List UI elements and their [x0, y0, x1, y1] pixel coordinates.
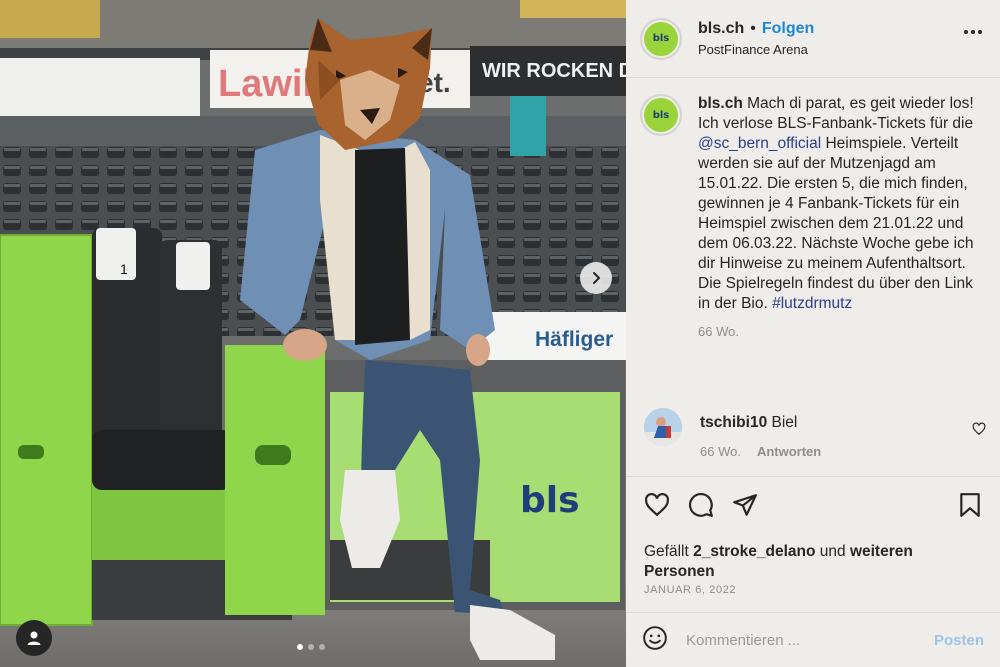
sponsor-board-text: Häfliger	[535, 328, 613, 351]
more-horizontal-icon	[964, 30, 968, 34]
brand-logo: bls	[644, 21, 678, 56]
commenter-photo	[644, 408, 682, 446]
save-button[interactable]	[958, 492, 982, 523]
user-tag-icon	[27, 631, 41, 645]
post-header: bls bls.ch • Folgen PostFinance Arena	[626, 0, 1000, 78]
more-options-button[interactable]	[964, 30, 982, 34]
carousel-dot-1	[297, 644, 303, 650]
paper-plane-icon	[733, 494, 757, 516]
likes-middle: und	[815, 543, 850, 560]
post-caption: bls bls.ch Mach di parat, es geit wieder…	[640, 94, 990, 339]
caption-mention-link[interactable]: @sc_bern_official	[698, 135, 821, 152]
action-bar	[642, 492, 988, 526]
comment-item: tschibi10 Biel 66 Wo. Antworten	[640, 408, 990, 459]
carousel-dots	[297, 644, 325, 650]
comment-button[interactable]	[688, 492, 714, 523]
caption-text: bls.ch Mach di parat, es geit wieder los…	[698, 94, 980, 314]
seat-number: 1	[120, 261, 128, 277]
banner-left-text: Lawil	[218, 63, 313, 105]
comment-bubble-icon	[689, 493, 713, 517]
comment-text: Biel	[767, 414, 798, 431]
header-username[interactable]: bls.ch	[698, 20, 744, 38]
post-comment-button[interactable]: Posten	[934, 632, 984, 649]
post-panel: bls bls.ch • Folgen PostFinance Arena bl…	[626, 0, 1000, 667]
add-comment-bar: Posten	[626, 613, 1000, 667]
brand-logo-text: bls	[652, 33, 670, 44]
post-location[interactable]: PostFinance Arena	[698, 42, 814, 57]
reply-button[interactable]: Antworten	[757, 444, 821, 459]
emoji-button[interactable]	[642, 625, 668, 656]
commenter-avatar[interactable]	[644, 408, 682, 446]
follow-button[interactable]: Folgen	[762, 20, 814, 38]
share-button[interactable]	[732, 492, 758, 523]
likes-summary: Gefällt 2_stroke_delano und weiteren Per…	[644, 542, 974, 582]
caption-hashtag-link[interactable]: #lutzdrmutz	[772, 295, 852, 312]
smiley-icon	[643, 625, 667, 650]
heart-icon	[645, 492, 669, 517]
like-button[interactable]	[644, 492, 670, 523]
heart-icon	[972, 422, 986, 436]
caption-brand-logo-text: bls	[652, 109, 670, 121]
bookmark-icon	[960, 493, 980, 517]
likes-user[interactable]: 2_stroke_delano	[693, 543, 815, 560]
carousel-next-button[interactable]	[580, 262, 612, 294]
carousel-dot-2	[308, 644, 314, 650]
comment-input[interactable]	[686, 631, 906, 649]
caption-username[interactable]: bls.ch	[698, 95, 743, 112]
banner-right-text: WIR ROCKEN D	[482, 60, 626, 82]
chevron-right-icon	[593, 272, 600, 284]
comment-age[interactable]: 66 Wo.	[700, 444, 741, 459]
post-date[interactable]: JANUAR 6, 2022	[644, 584, 736, 596]
bench-logo-text: bls	[520, 480, 580, 521]
comment-username[interactable]: tschibi10	[700, 414, 767, 431]
photo-scene: Lawil et. WIR ROCKEN D Häfliger 1 bls	[0, 0, 626, 667]
likes-prefix: Gefällt	[644, 543, 694, 560]
comment-like-button[interactable]	[972, 422, 986, 441]
tagged-users-button[interactable]	[16, 620, 52, 656]
caption-part2: Heimspiele. Verteilt werden sie auf der …	[698, 135, 974, 312]
carousel-dot-3	[319, 644, 325, 650]
header-separator: •	[750, 20, 756, 37]
profile-avatar[interactable]: bls	[640, 17, 682, 60]
post-photo[interactable]: Lawil et. WIR ROCKEN D Häfliger 1 bls	[0, 0, 626, 667]
caption-avatar[interactable]: bls	[640, 94, 682, 136]
caption-age[interactable]: 66 Wo.	[698, 324, 980, 339]
actions-divider	[626, 476, 1000, 477]
